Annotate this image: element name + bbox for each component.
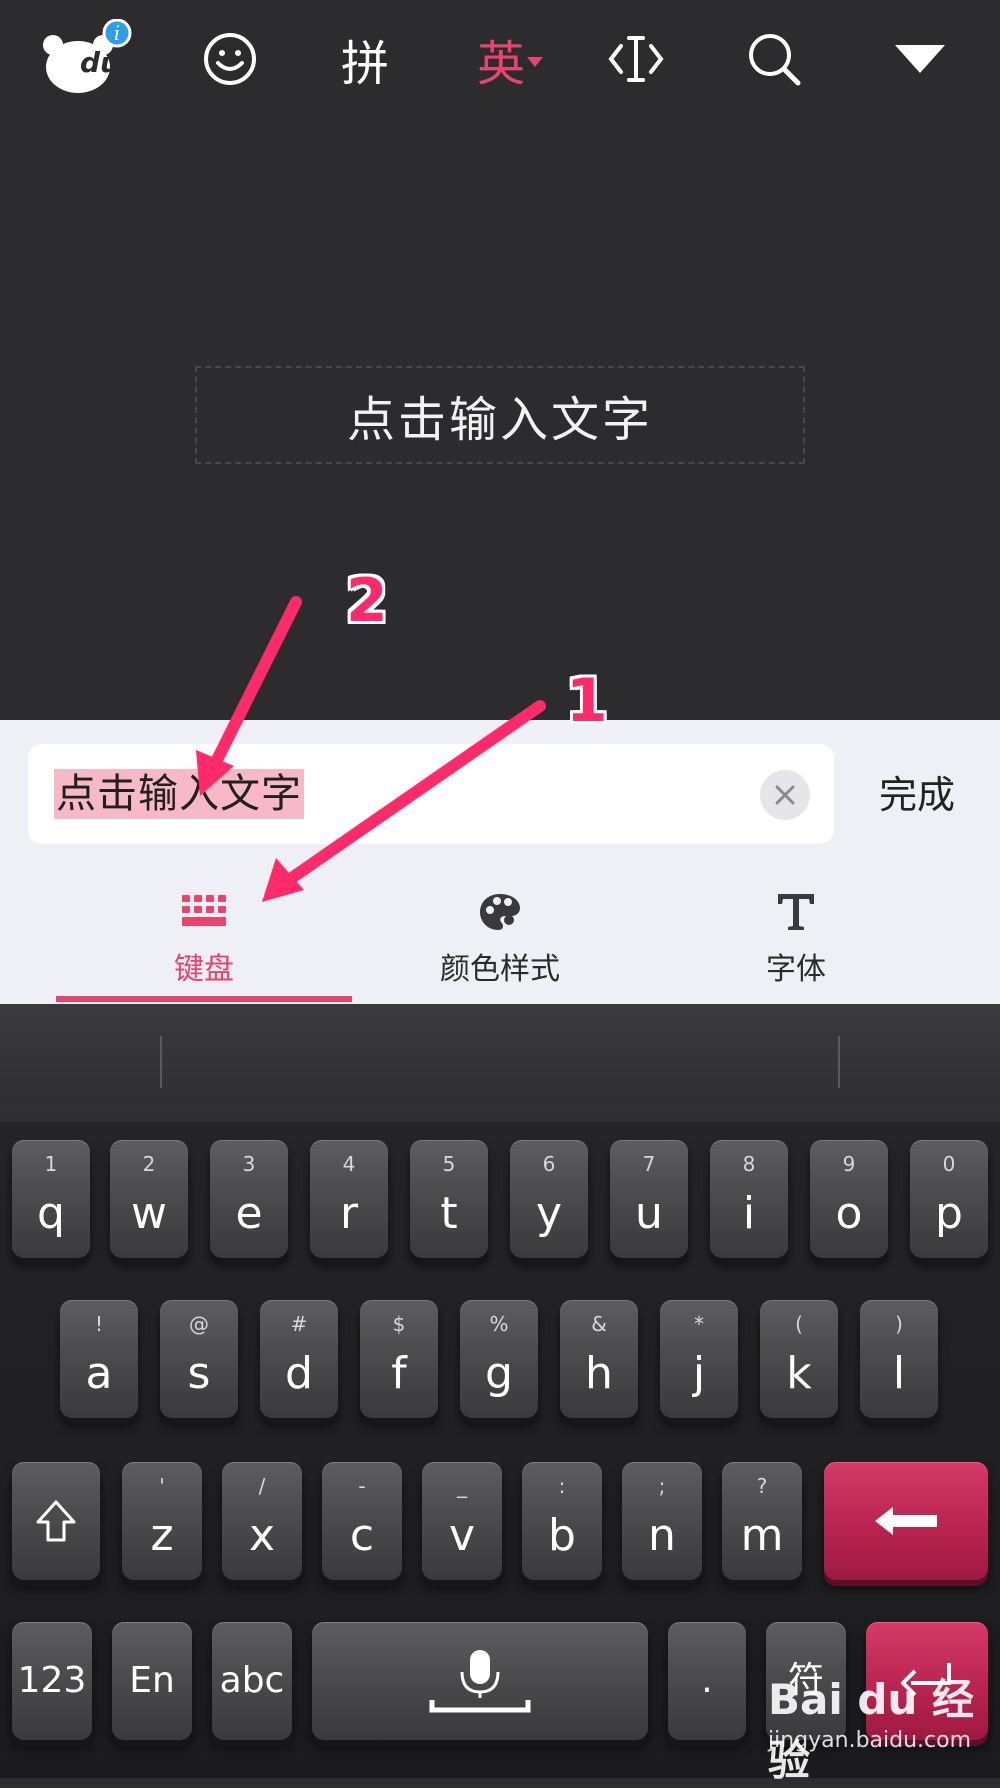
annotation-number-2: 2: [346, 566, 388, 636]
annotation-arrows: [196, 596, 546, 902]
watermark-logo-text: Bai du 经验: [768, 1675, 974, 1785]
watermark-url: jingyan.baidu.com: [768, 1728, 972, 1753]
arrow-1: [262, 700, 546, 902]
baidu-jingyan-watermark: Bai du 经验 jingyan.baidu.com: [760, 1660, 992, 1785]
annotation-number-1: 1: [566, 666, 608, 736]
arrow-2: [196, 596, 302, 796]
